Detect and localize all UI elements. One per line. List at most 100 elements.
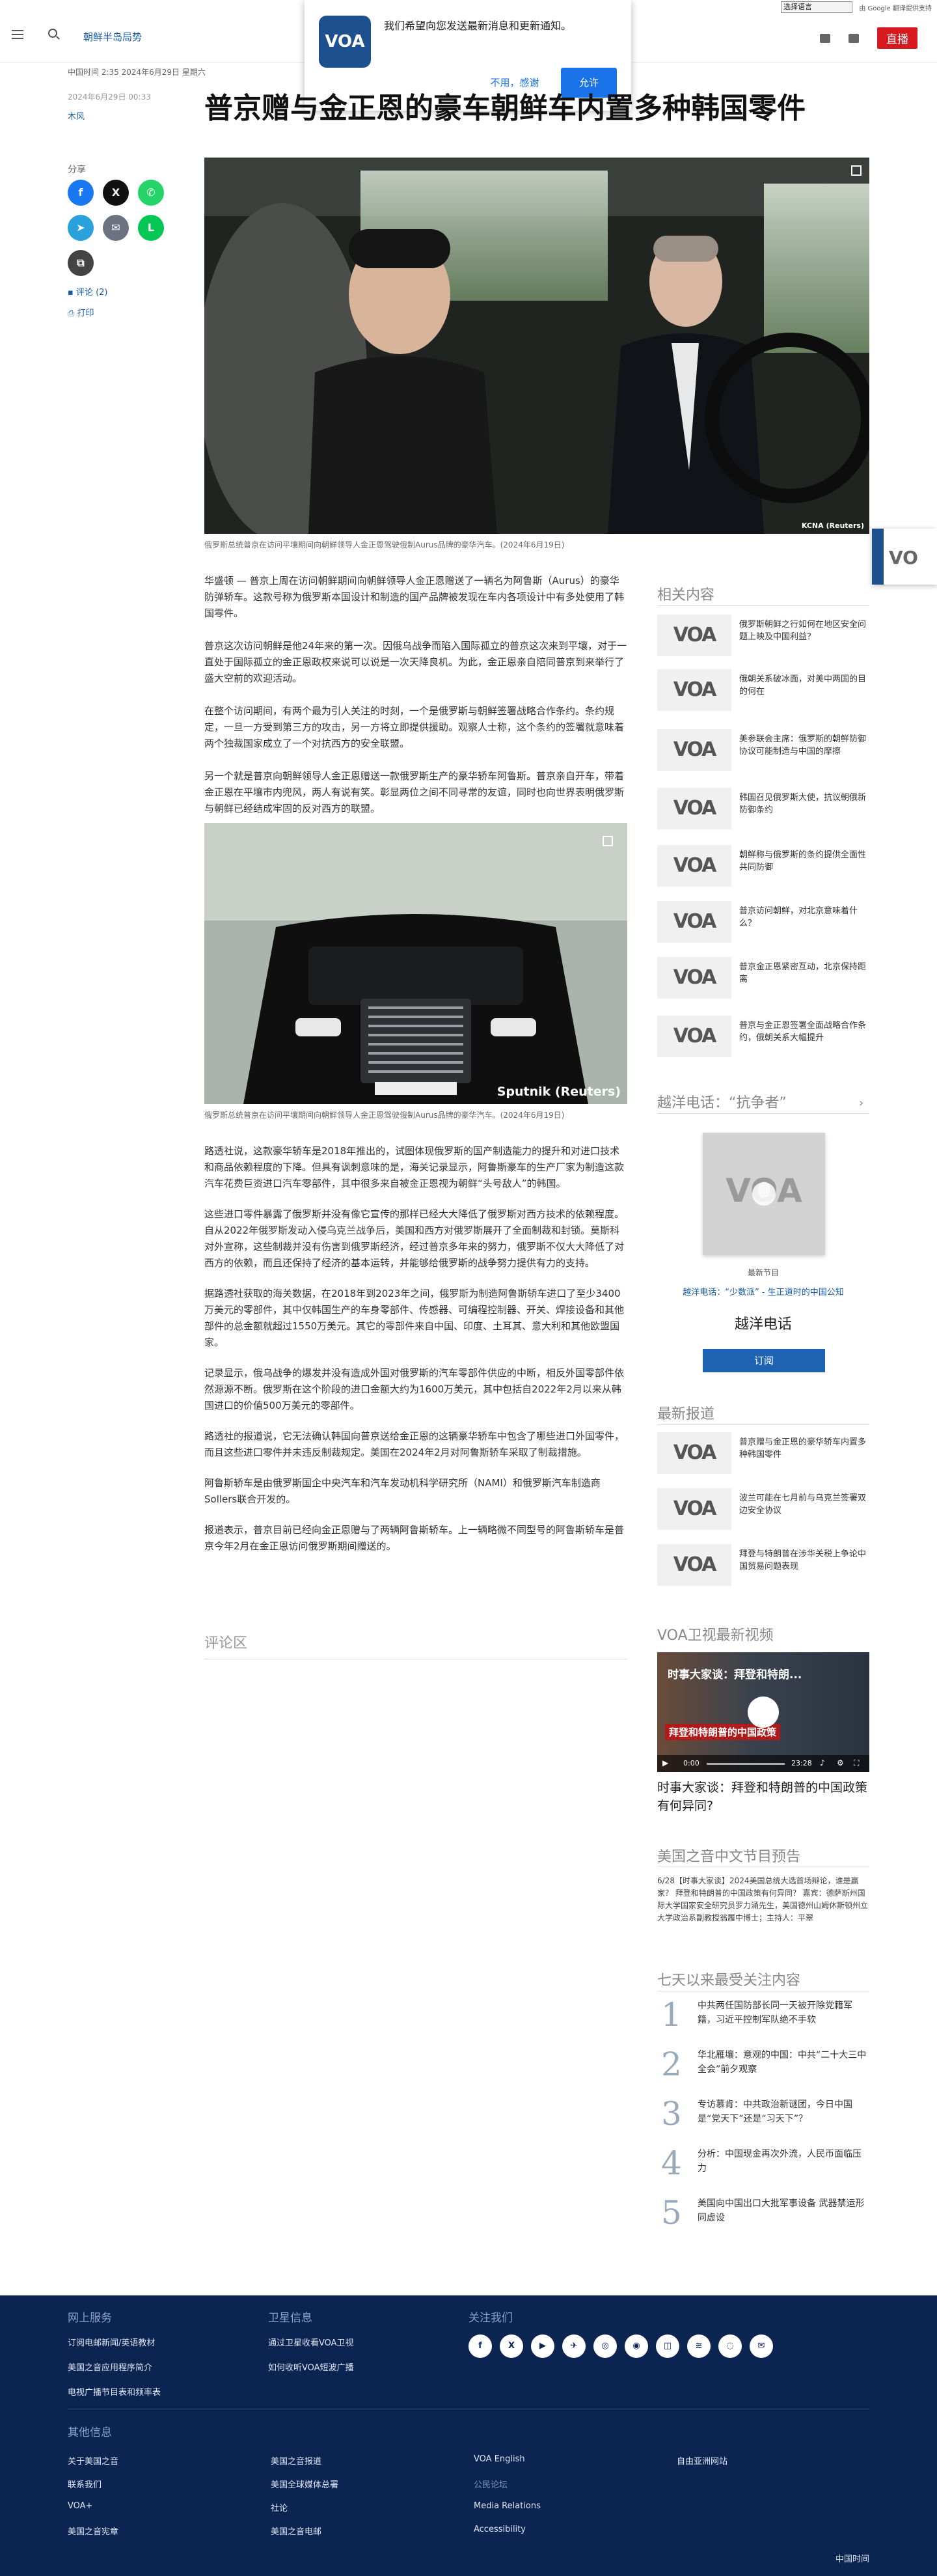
comments-link[interactable]: ▪ 评论 (2) <box>68 285 108 298</box>
footer-online-title: 网上服务 <box>68 2312 112 2325</box>
footer-link[interactable]: VOA English <box>474 2454 525 2464</box>
footer-link[interactable]: 关于美国之音 <box>68 2454 118 2467</box>
copy-link-icon[interactable]: ⧉ <box>68 250 94 276</box>
youtube-icon[interactable]: ▶ <box>531 2334 554 2358</box>
x-icon[interactable]: X <box>500 2334 523 2358</box>
footer-link[interactable]: 订阅电邮新闻/英语教材 <box>68 2336 155 2348</box>
play-button[interactable] <box>748 1697 779 1728</box>
language-select[interactable]: 选择语言 <box>781 1 852 13</box>
video-controls: ▶ 0:00 23:28 ♪ ⚙ ⛶ <box>657 1755 869 1772</box>
latest-title: 最新报道 <box>657 1406 715 1422</box>
subscribe-button[interactable]: 订阅 <box>703 1349 825 1372</box>
footer-link[interactable]: VOA+ <box>68 2501 92 2511</box>
audio-icon[interactable] <box>820 33 830 43</box>
video-icon[interactable] <box>849 33 859 43</box>
article-photo-1[interactable]: KCNA (Reuters) <box>204 158 869 534</box>
paragraph: 据路透社获取的海关数据，在2018年到2023年之间，俄罗斯为制造阿鲁斯轿车进口… <box>204 1288 625 1348</box>
footer-link[interactable]: 社论 <box>271 2501 288 2514</box>
expand-icon[interactable] <box>603 836 613 846</box>
settings-icon[interactable]: ⚙ <box>837 1758 844 1767</box>
popular-item[interactable]: 华北雁壤：意观的中国：中共“二十大三中全会”前夕观察 <box>698 2048 869 2077</box>
article-title: 普京赠与金正恩的豪车朝鲜车内置多种韩国零件 <box>204 92 806 125</box>
paragraph: 路透社的报道说，它无法确认韩国向普京送给金正恩的这辆豪华轿车中包含了哪些进口外国… <box>204 1430 625 1458</box>
footer-link[interactable]: 联系我们 <box>68 2478 102 2490</box>
podcast-feed-icon[interactable]: ◌ <box>718 2334 742 2358</box>
app-icon[interactable]: ◫ <box>656 2334 679 2358</box>
live-button[interactable]: 直播 <box>877 27 917 49</box>
article-photo-2[interactable]: Sputnik (Reuters) <box>204 823 627 1104</box>
latest-item[interactable]: VOA 拜登与特朗普在涉华关税上争论中国贸易问题表现 <box>657 1544 869 1591</box>
chevron-right-icon[interactable]: › <box>859 1096 863 1110</box>
related-item[interactable]: VOA 美参联会主席：俄罗斯的朝鲜防御协议可能制造与中国的摩擦 <box>657 729 869 776</box>
video-overlay-title: 时事大家谈：拜登和特朗... <box>668 1669 802 1682</box>
thumbnail: VOA <box>657 901 731 943</box>
play-icon[interactable] <box>752 1182 776 1206</box>
line-share-icon[interactable]: L <box>138 215 164 241</box>
meta-date: 中国时间 2:35 2024年6月29日 星期六 <box>68 68 206 77</box>
footer-link[interactable]: Accessibility <box>474 2525 526 2534</box>
footer-link[interactable]: 美国之音宪章 <box>68 2525 118 2537</box>
floating-voa-tab[interactable]: VO <box>872 529 937 585</box>
footer-link[interactable]: 美国全球媒体总署 <box>271 2478 338 2490</box>
footer-link[interactable]: 通过卫星收看VOA卫视 <box>268 2336 354 2348</box>
related-item[interactable]: VOA 朝鲜称与俄罗斯的条约提供全面性共同防御 <box>657 845 869 892</box>
instagram-icon[interactable]: ◎ <box>593 2334 617 2358</box>
schedule-text: 6/28【时事大家谈】2024美国总统大选首场辩论，谁是赢家？ 拜登和特朗普的中… <box>657 1876 869 1922</box>
author-link[interactable]: 木风 <box>68 109 85 122</box>
related-item[interactable]: VOA 俄朝关系破冰面，对美中两国的目的何在 <box>657 669 869 716</box>
popular-item[interactable]: 美国向中国出口大批军事设备 武器禁运形同虚设 <box>698 2196 869 2225</box>
latest-item[interactable]: VOA 波兰可能在七月前与乌克兰签署双边安全协议 <box>657 1488 869 1535</box>
search-icon[interactable] <box>48 29 57 38</box>
popular-item[interactable]: 专访慕肯：中共政治新谜团，今日中国是“党天下”还是“习天下”？ <box>698 2098 869 2126</box>
related-item[interactable]: VOA 普京访问朝鲜，对北京意味着什么？ <box>657 901 869 948</box>
paragraph: 普京这次访问朝鲜是他24年来的第一次。因俄乌战争而陷入国际孤立的普京这次来到平壤… <box>204 640 627 684</box>
progress-bar[interactable] <box>707 1763 785 1765</box>
footer-link[interactable]: Media Relations <box>474 2501 541 2511</box>
photo-2-watermark: Sputnik (Reuters) <box>496 1085 621 1099</box>
volume-icon[interactable]: ♪ <box>820 1758 825 1767</box>
footer-other-title: 其他信息 <box>68 2426 112 2439</box>
telegram-icon[interactable]: ✈ <box>562 2334 586 2358</box>
podcast-icon[interactable]: ◉ <box>625 2334 648 2358</box>
email-share-icon[interactable]: ✉ <box>103 215 129 241</box>
footer-link[interactable]: 美国之音电邮 <box>271 2525 321 2537</box>
expand-icon[interactable] <box>851 165 862 176</box>
footer-link[interactable]: 公民论坛 <box>474 2478 508 2490</box>
popular-item[interactable]: 分析：中国现金再次外流，人民币面临压力 <box>698 2147 869 2176</box>
footer-link[interactable]: 如何收听VOA短波广播 <box>268 2361 354 2373</box>
latest-item[interactable]: VOA 普京赠与金正恩的豪华轿车内置多种韩国零件 <box>657 1432 869 1479</box>
print-link[interactable]: ⎙ 打印 <box>68 306 94 318</box>
telegram-share-icon[interactable]: ➤ <box>68 215 94 241</box>
thumbnail: VOA <box>657 1488 731 1530</box>
facebook-icon[interactable]: f <box>468 2334 492 2358</box>
latest-item-text: 波兰可能在七月前与乌克兰签署双边安全协议 <box>739 1493 867 1516</box>
related-item[interactable]: VOA 韩国召见俄罗斯大使，抗议朝俄新防御条约 <box>657 788 869 835</box>
video-player[interactable]: 时事大家谈：拜登和特朗... 拜登和特朗普的中国政策 ▶ 0:00 23:28 … <box>657 1652 869 1772</box>
fullscreen-icon[interactable]: ⛶ <box>854 1758 859 1768</box>
play-icon[interactable]: ▶ <box>662 1758 668 1767</box>
paragraph: 在整个访问期间，有两个最为引人关注的时刻，一个是俄罗斯与朝鲜签署战略合作条约。条… <box>204 705 625 749</box>
rss-icon[interactable]: ≋ <box>687 2334 711 2358</box>
footer-link[interactable]: 自由亚洲网站 <box>677 2454 727 2467</box>
footer-link[interactable]: 美国之音报道 <box>271 2454 321 2467</box>
related-item[interactable]: VOA 普京金正恩紧密互动，北京保持距离 <box>657 957 869 1004</box>
video-caption[interactable]: 时事大家谈：拜登和特朗普的中国政策有何异同? <box>657 1779 869 1815</box>
footer-link[interactable]: 电视广播节目表和频率表 <box>68 2385 161 2398</box>
popular-item[interactable]: 中共两任国防部长同一天被开除党籍军籍，习近平控制军队绝不手软 <box>698 1999 869 2027</box>
podcast-episode-link[interactable]: 越洋电话：“少数派” - 生正道时的中国公知 <box>657 1285 869 1297</box>
facebook-share-icon[interactable]: f <box>68 180 94 206</box>
email-icon[interactable]: ✉ <box>750 2334 773 2358</box>
paragraph: 路透社说，这款豪华轿车是2018年推出的，试图体现俄罗斯的国产制造能力的提升和对… <box>204 1145 625 1189</box>
thumbnail: VOA <box>657 1544 731 1586</box>
schedule-title: 美国之音中文节目预告 <box>657 1849 801 1865</box>
x-share-icon[interactable]: X <box>103 180 129 206</box>
comments-link-text: 评论 (2) <box>75 288 108 298</box>
related-item[interactable]: VOA 普京与金正恩签署全面战略合作条约，俄朝关系大幅提升 <box>657 1016 869 1062</box>
podcast-cover[interactable]: VOA <box>703 1133 825 1255</box>
footer-link[interactable]: 美国之音应用程序简介 <box>68 2361 152 2373</box>
section-link[interactable]: 朝鲜半岛局势 <box>83 30 142 44</box>
menu-icon[interactable] <box>12 30 23 39</box>
whatsapp-share-icon[interactable]: ✆ <box>138 180 164 206</box>
related-item[interactable]: VOA 俄罗斯朝鲜之行如何在地区安全问题上映及中国利益？ <box>657 615 869 661</box>
podcast-section-title[interactable]: 越洋电话：“抗争者” <box>657 1091 787 1112</box>
